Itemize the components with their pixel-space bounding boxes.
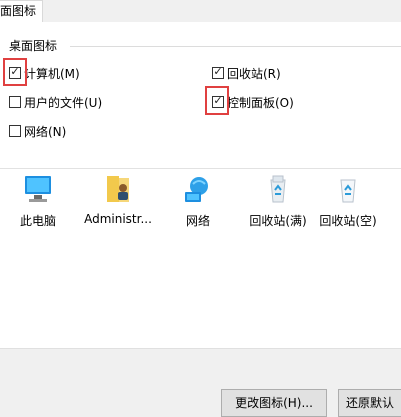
tab-desktop-icons[interactable]: 面图标 [0, 0, 44, 23]
tab-strip: 面图标 [0, 0, 401, 23]
recycle-bin-empty-icon [331, 172, 365, 206]
icon-label: 回收站(满) [249, 214, 307, 228]
icon-item-user-folder[interactable]: Administr... [80, 172, 156, 226]
icon-label: 此电脑 [19, 214, 56, 228]
icon-list: 此电脑 Administr... 网络 回收站(满) 回收站(空) [0, 172, 401, 232]
icon-item-network[interactable]: 网络 [160, 172, 236, 229]
checkbox-box[interactable] [9, 125, 21, 137]
icon-item-recycle-bin-empty[interactable]: 回收站(空) [310, 172, 386, 229]
checkbox-label: 回收站(R) [227, 66, 281, 81]
icon-label: Administr... [84, 212, 152, 226]
icon-label: 回收站(空) [319, 214, 377, 228]
highlight-box [205, 86, 229, 115]
checkbox-label: 网络(N) [24, 124, 67, 139]
checkbox-recycle-bin[interactable]: 回收站(R) [212, 64, 281, 82]
checkbox-network[interactable]: 网络(N) [9, 122, 66, 140]
icon-item-this-pc[interactable]: 此电脑 [0, 172, 76, 229]
checkbox-user-files[interactable]: 用户的文件(U) [9, 93, 102, 111]
network-icon [181, 172, 215, 206]
group-title: 桌面图标 [9, 37, 61, 54]
section-divider [0, 168, 401, 169]
checkbox-box[interactable] [212, 67, 224, 79]
checkbox-label: 计算机(M) [24, 66, 80, 81]
checkbox-box[interactable] [9, 96, 21, 108]
button-bar: 更改图标(H)... 还原默认 [0, 348, 401, 417]
icon-label: 网络 [185, 214, 210, 228]
change-icon-button[interactable]: 更改图标(H)... [221, 389, 327, 417]
group-divider [70, 46, 401, 47]
icon-item-recycle-bin-full[interactable]: 回收站(满) [240, 172, 316, 229]
user-folder-icon [101, 172, 135, 206]
recycle-bin-full-icon [261, 172, 295, 206]
computer-icon [21, 172, 55, 206]
checkbox-label: 用户的文件(U) [24, 95, 103, 110]
highlight-box [3, 58, 27, 86]
restore-default-button[interactable]: 还原默认 [338, 389, 401, 417]
checkbox-label: 控制面板(O) [227, 95, 294, 110]
